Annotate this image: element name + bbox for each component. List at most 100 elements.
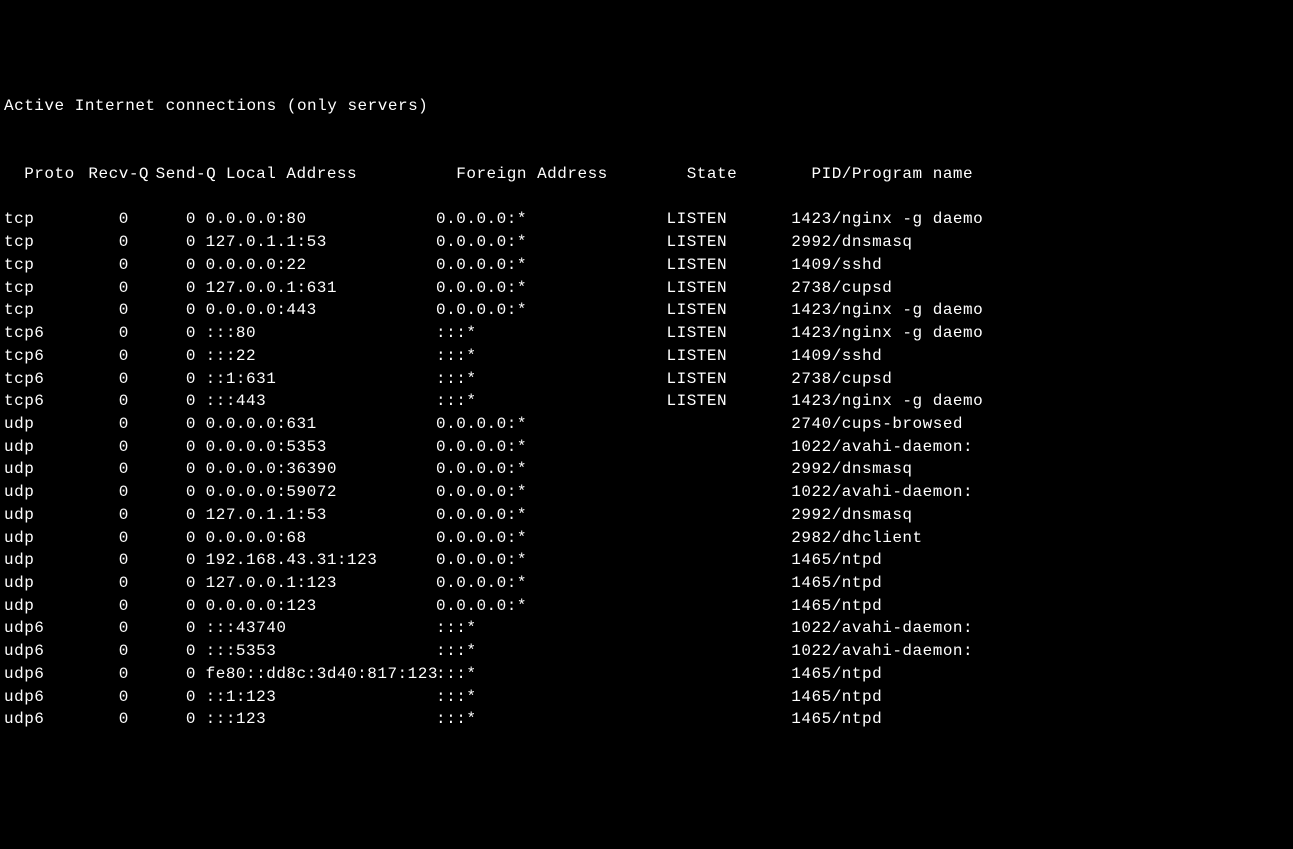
cell-foreign: :::*	[436, 390, 666, 413]
cell-local: 0.0.0.0:631	[196, 413, 436, 436]
cell-foreign: 0.0.0.0:*	[436, 436, 666, 459]
cell-sendq: 0	[129, 299, 196, 322]
table-row: udp000.0.0.0:590720.0.0.0:*1022/avahi-da…	[4, 481, 1289, 504]
cell-program: 2738/cupsd	[791, 368, 892, 391]
table-row: udp000.0.0.0:6310.0.0.0:*2740/cups-brows…	[4, 413, 1289, 436]
cell-foreign: :::*	[436, 663, 666, 686]
table-row: tcp000.0.0.0:800.0.0.0:*LISTEN1423/nginx…	[4, 208, 1289, 231]
cell-program: 1465/ntpd	[791, 595, 882, 618]
cell-proto: tcp6	[4, 345, 62, 368]
cell-recvq: 0	[62, 277, 129, 300]
cell-recvq: 0	[62, 299, 129, 322]
cell-foreign: 0.0.0.0:*	[436, 595, 666, 618]
cell-proto: tcp	[4, 231, 62, 254]
cell-sendq: 0	[129, 413, 196, 436]
cell-sendq: 0	[129, 390, 196, 413]
cell-state: LISTEN	[666, 390, 791, 413]
table-row: udp600::1:123:::*1465/ntpd	[4, 686, 1289, 709]
cell-sendq: 0	[129, 686, 196, 709]
cell-foreign: 0.0.0.0:*	[436, 231, 666, 254]
cell-program: 2992/dnsmasq	[791, 458, 912, 481]
cell-foreign: 0.0.0.0:*	[436, 504, 666, 527]
cell-local: 127.0.0.1:631	[196, 277, 436, 300]
cell-local: :::5353	[196, 640, 436, 663]
cell-sendq: 0	[129, 504, 196, 527]
cell-sendq: 0	[129, 436, 196, 459]
cell-recvq: 0	[62, 208, 129, 231]
table-row: udp600fe80::dd8c:3d40:817:123:::*1465/nt…	[4, 663, 1289, 686]
cell-recvq: 0	[62, 254, 129, 277]
cell-program: 1022/avahi-daemon:	[791, 436, 973, 459]
table-row: tcp600:::22:::*LISTEN1409/sshd	[4, 345, 1289, 368]
cell-proto: udp6	[4, 617, 62, 640]
cell-program: 1022/avahi-daemon:	[791, 640, 973, 663]
header-local: Local Address	[216, 163, 456, 186]
table-row: udp00192.168.43.31:1230.0.0.0:*1465/ntpd	[4, 549, 1289, 572]
cell-state: LISTEN	[666, 231, 791, 254]
cell-recvq: 0	[62, 390, 129, 413]
cell-recvq: 0	[62, 481, 129, 504]
table-row: udp600:::43740:::*1022/avahi-daemon:	[4, 617, 1289, 640]
cell-program: 1465/ntpd	[791, 572, 882, 595]
cell-proto: udp	[4, 527, 62, 550]
cell-foreign: :::*	[436, 322, 666, 345]
cell-sendq: 0	[129, 368, 196, 391]
table-row: udp000.0.0.0:53530.0.0.0:*1022/avahi-dae…	[4, 436, 1289, 459]
cell-sendq: 0	[129, 345, 196, 368]
cell-recvq: 0	[62, 231, 129, 254]
cell-program: 1423/nginx -g daemo	[791, 208, 983, 231]
cell-program: 1423/nginx -g daemo	[791, 299, 983, 322]
cell-proto: tcp6	[4, 322, 62, 345]
cell-state: LISTEN	[666, 277, 791, 300]
cell-proto: tcp	[4, 208, 62, 231]
cell-foreign: :::*	[436, 640, 666, 663]
cell-foreign: :::*	[436, 686, 666, 709]
cell-local: :::80	[196, 322, 436, 345]
header-proto: Proto	[24, 163, 82, 186]
cell-proto: udp	[4, 595, 62, 618]
table-row: tcp600:::443:::*LISTEN1423/nginx -g daem…	[4, 390, 1289, 413]
cell-local: 0.0.0.0:80	[196, 208, 436, 231]
cell-program: 1423/nginx -g daemo	[791, 390, 983, 413]
cell-foreign: 0.0.0.0:*	[436, 299, 666, 322]
cell-local: 192.168.43.31:123	[196, 549, 436, 572]
cell-foreign: 0.0.0.0:*	[436, 277, 666, 300]
cell-state: LISTEN	[666, 368, 791, 391]
header-foreign: Foreign Address	[456, 163, 686, 186]
cell-local: 127.0.1.1:53	[196, 231, 436, 254]
cell-program: 2992/dnsmasq	[791, 504, 912, 527]
cell-program: 1465/ntpd	[791, 663, 882, 686]
cell-recvq: 0	[62, 572, 129, 595]
cell-proto: udp6	[4, 708, 62, 731]
cell-program: 1465/ntpd	[791, 708, 882, 731]
cell-sendq: 0	[129, 277, 196, 300]
cell-sendq: 0	[129, 663, 196, 686]
cell-state: LISTEN	[666, 322, 791, 345]
cell-local: 127.0.0.1:123	[196, 572, 436, 595]
cell-recvq: 0	[62, 368, 129, 391]
cell-sendq: 0	[129, 595, 196, 618]
cell-foreign: 0.0.0.0:*	[436, 481, 666, 504]
cell-program: 1409/sshd	[791, 345, 882, 368]
header-state: State	[687, 163, 812, 186]
cell-proto: udp6	[4, 663, 62, 686]
cell-proto: udp	[4, 549, 62, 572]
table-row: tcp600:::80:::*LISTEN1423/nginx -g daemo	[4, 322, 1289, 345]
cell-recvq: 0	[62, 413, 129, 436]
header-row: ProtoRecv-QSend-QLocal AddressForeign Ad…	[4, 140, 1289, 185]
cell-sendq: 0	[129, 640, 196, 663]
table-row: udp000.0.0.0:680.0.0.0:*2982/dhclient	[4, 527, 1289, 550]
cell-recvq: 0	[62, 436, 129, 459]
table-row: tcp00127.0.0.1:6310.0.0.0:*LISTEN2738/cu…	[4, 277, 1289, 300]
cell-foreign: 0.0.0.0:*	[436, 527, 666, 550]
cell-recvq: 0	[62, 322, 129, 345]
cell-state: LISTEN	[666, 345, 791, 368]
cell-proto: udp6	[4, 640, 62, 663]
cell-proto: tcp6	[4, 390, 62, 413]
cell-foreign: :::*	[436, 345, 666, 368]
cell-program: 1022/avahi-daemon:	[791, 481, 973, 504]
header-program: PID/Program name	[812, 163, 974, 186]
cell-program: 2738/cupsd	[791, 277, 892, 300]
cell-sendq: 0	[129, 254, 196, 277]
cell-proto: udp	[4, 504, 62, 527]
